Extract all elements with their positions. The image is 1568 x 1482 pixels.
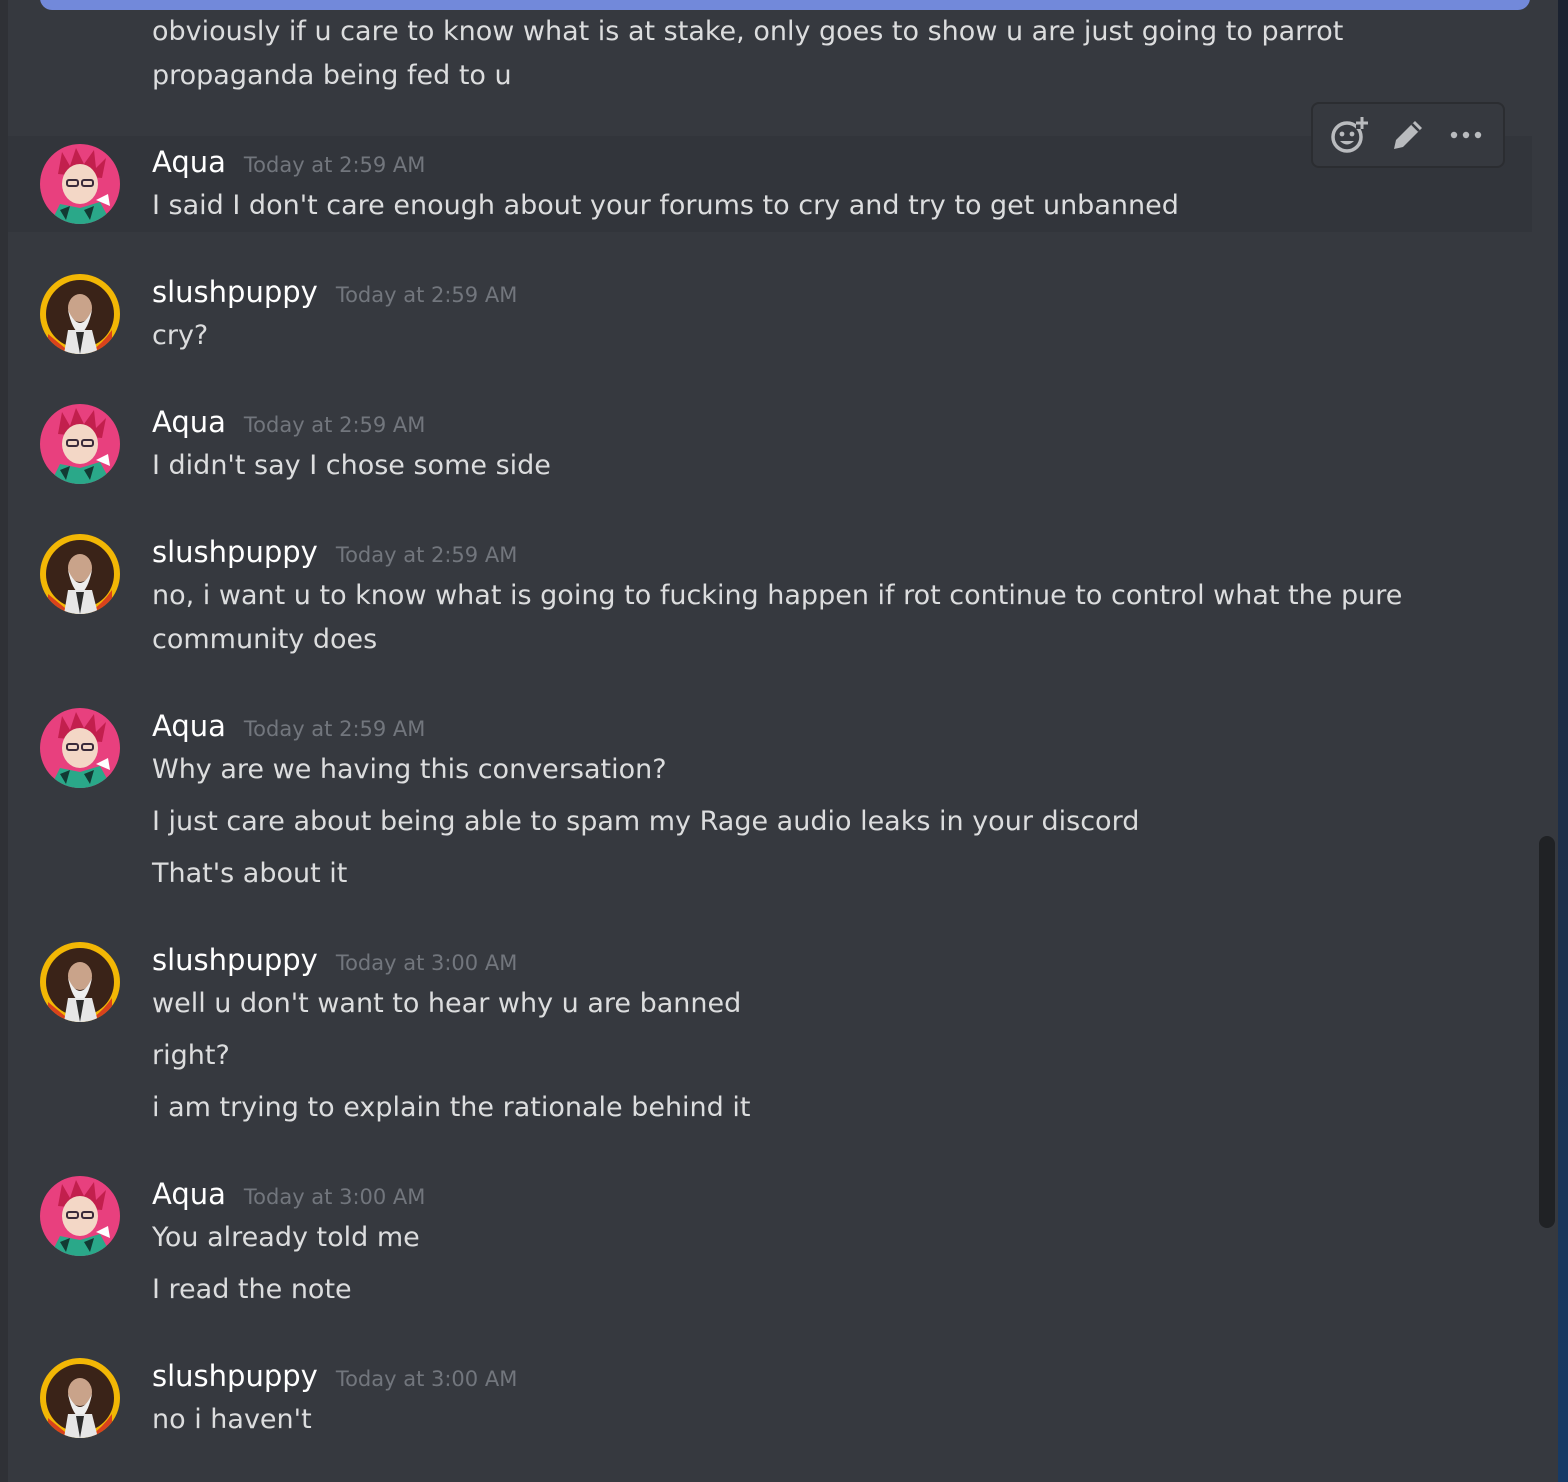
timestamp[interactable]: Today at 2:59 AM (244, 709, 426, 749)
add-reaction-icon (1331, 117, 1368, 153)
username[interactable]: slushpuppy (152, 940, 318, 980)
message-line: propaganda being fed to u (152, 60, 512, 91)
username[interactable]: slushpuppy (152, 1356, 318, 1396)
message-header: Aqua Today at 2:59 AM (152, 706, 425, 746)
timestamp[interactable]: Today at 2:59 AM (336, 535, 518, 575)
edit-pencil-icon (1394, 121, 1422, 149)
username[interactable]: slushpuppy (152, 272, 318, 312)
scrollbar-thumb[interactable] (1539, 836, 1555, 1228)
message-line: no i haven't (152, 1404, 312, 1435)
timestamp[interactable]: Today at 2:59 AM (336, 275, 518, 315)
message-line: I said I don't care enough about your fo… (152, 190, 1179, 221)
message-header: slushpuppy Today at 2:59 AM (152, 532, 517, 572)
timestamp[interactable]: Today at 3:00 AM (336, 1359, 518, 1399)
message-line: obviously if u care to know what is at s… (152, 16, 1344, 47)
message-header: slushpuppy Today at 3:00 AM (152, 940, 517, 980)
scrollbar-track[interactable] (1538, 0, 1556, 1482)
avatar-aqua[interactable] (40, 404, 120, 484)
message-line: right? (152, 1040, 230, 1071)
message-header: slushpuppy Today at 2:59 AM (152, 272, 517, 312)
more-options-button[interactable] (1442, 111, 1490, 159)
timestamp[interactable]: Today at 2:59 AM (244, 145, 426, 185)
username[interactable]: Aqua (152, 142, 226, 182)
message-line: You already told me (152, 1222, 420, 1253)
avatar-slushpuppy[interactable] (40, 274, 120, 354)
message-header: Aqua Today at 2:59 AM (152, 402, 425, 442)
timestamp[interactable]: Today at 3:00 AM (336, 943, 518, 983)
message-line: i am trying to explain the rationale beh… (152, 1092, 751, 1123)
message-line: That's about it (152, 858, 348, 889)
avatar-slushpuppy[interactable] (40, 534, 120, 614)
message-hover-toolbar (1311, 102, 1505, 168)
message-line: no, i want u to know what is going to fu… (152, 580, 1403, 611)
username[interactable]: Aqua (152, 402, 226, 442)
message-line: Why are we having this conversation? (152, 754, 667, 785)
message-header: Aqua Today at 3:00 AM (152, 1174, 425, 1214)
left-panel-edge (0, 0, 8, 1482)
message-line: I read the note (152, 1274, 352, 1305)
edit-button[interactable] (1384, 111, 1432, 159)
username[interactable]: Aqua (152, 706, 226, 746)
timestamp[interactable]: Today at 2:59 AM (244, 405, 426, 445)
message-line: cry? (152, 320, 209, 351)
message-header: Aqua Today at 2:59 AM (152, 142, 425, 182)
avatar-aqua[interactable] (40, 708, 120, 788)
desktop-background-edge (1558, 0, 1568, 1482)
message-line: I just care about being able to spam my … (152, 806, 1140, 837)
timestamp[interactable]: Today at 3:00 AM (244, 1177, 426, 1217)
avatar-slushpuppy[interactable] (40, 942, 120, 1022)
message-line: community does (152, 624, 378, 655)
username[interactable]: Aqua (152, 1174, 226, 1214)
new-messages-bar[interactable] (40, 0, 1530, 10)
add-reaction-button[interactable] (1326, 111, 1374, 159)
message-line: well u don't want to hear why u are bann… (152, 988, 742, 1019)
avatar-aqua[interactable] (40, 1176, 120, 1256)
message-line: I didn't say I chose some side (152, 450, 551, 481)
avatar-aqua[interactable] (40, 144, 120, 224)
username[interactable]: slushpuppy (152, 532, 318, 572)
more-options-icon (1450, 131, 1482, 139)
avatar-slushpuppy[interactable] (40, 1358, 120, 1438)
message-header: slushpuppy Today at 3:00 AM (152, 1356, 517, 1396)
